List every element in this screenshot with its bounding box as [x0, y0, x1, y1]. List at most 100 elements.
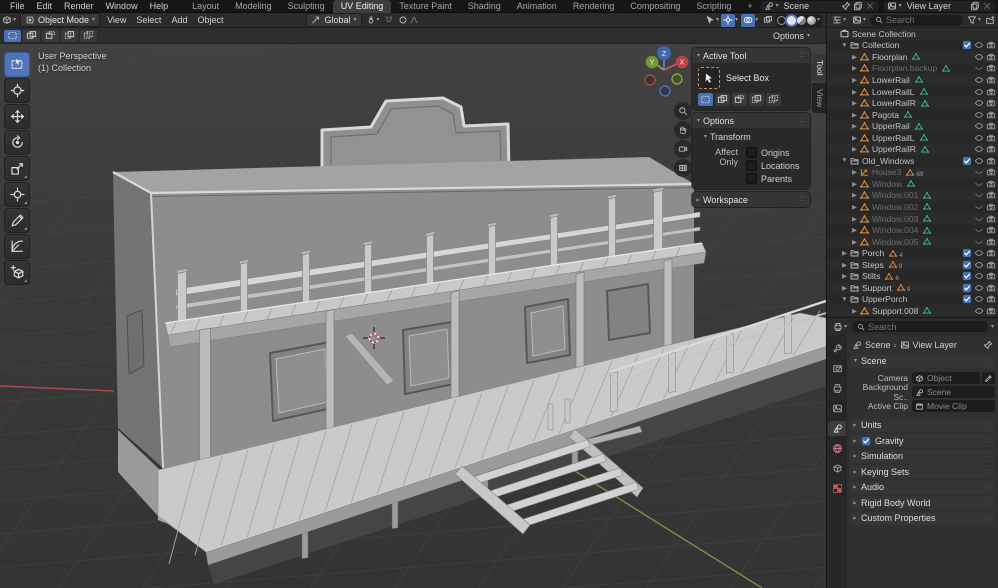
outliner-row-support-008[interactable]: ▶Support.008 [827, 305, 998, 317]
selectable-checkbox[interactable] [962, 294, 972, 304]
visibility-eye-icon[interactable] [974, 98, 984, 108]
select-mode-intersect-button[interactable] [80, 30, 97, 42]
outliner-row-stilts[interactable]: ▶Stilts6 [827, 270, 998, 282]
snap-target-button[interactable]: ▾ [364, 14, 382, 27]
visibility-eye-icon[interactable] [974, 75, 984, 85]
affect-only-parents-checkbox[interactable]: Parents [746, 173, 806, 184]
select-box-tool-button[interactable] [4, 52, 30, 77]
section-audio[interactable]: ▾Audio∷ [850, 481, 995, 494]
section-custom-properties[interactable]: ▾Custom Properties∷ [850, 512, 995, 525]
pin-icon[interactable] [983, 340, 993, 350]
outliner-row-window[interactable]: ▶Window [827, 178, 998, 190]
outliner-row-scene-collection[interactable]: Scene Collection [827, 28, 998, 40]
outliner-row-lowerrailr[interactable]: ▶LowerRailR [827, 97, 998, 109]
visibility-eye-icon[interactable] [974, 156, 984, 166]
properties-search-input[interactable]: Search [852, 321, 988, 332]
wireframe-shading-button[interactable] [777, 16, 786, 25]
properties-editor-type-button[interactable]: ▾ [831, 320, 849, 333]
measure-tool-button[interactable] [4, 234, 30, 259]
transform-tool-button[interactable] [4, 182, 30, 207]
show-object-types-button[interactable]: ▾ [703, 14, 721, 27]
properties-tab-world[interactable] [828, 441, 846, 456]
outliner-row-upperrailr[interactable]: ▶UpperRailR [827, 143, 998, 155]
workspace-tab-layout[interactable]: Layout [184, 0, 227, 13]
sidebar-tab-tool[interactable]: Tool [812, 54, 826, 82]
field-input[interactable]: Scene [912, 386, 995, 398]
render-camera-icon[interactable] [986, 121, 996, 131]
add-cube-tool-button[interactable] [4, 260, 30, 285]
outliner-row-support[interactable]: ▶Support9 [827, 282, 998, 294]
menu-window[interactable]: Window [100, 1, 144, 11]
section-keying-sets[interactable]: ▾Keying Sets∷ [850, 465, 995, 478]
sidebar-select-mode-0[interactable] [698, 93, 713, 106]
outliner-row-floorplan[interactable]: ▶Floorplan [827, 51, 998, 63]
menu-edit[interactable]: Edit [31, 1, 59, 11]
field-input[interactable]: Movie Clip [912, 400, 995, 412]
proportional-editing-button[interactable] [396, 14, 421, 27]
visibility-eye-icon[interactable] [974, 237, 984, 247]
outliner-row-window-004[interactable]: ▶Window.004 [827, 224, 998, 236]
render-camera-icon[interactable] [986, 144, 996, 154]
viewport-menu-object[interactable]: Object [192, 13, 228, 28]
outliner-row-window-001[interactable]: ▶Window.001 [827, 190, 998, 202]
transform-subpanel-header[interactable]: ▾Transform [704, 132, 806, 142]
visibility-eye-icon[interactable] [974, 306, 984, 316]
selectable-checkbox[interactable] [962, 156, 972, 166]
section-simulation[interactable]: ▾Simulation∷ [850, 450, 995, 463]
properties-tab-sceneIc[interactable] [828, 421, 846, 436]
navigation-gizmo[interactable]: Z X Y [636, 42, 694, 100]
render-camera-icon[interactable] [986, 133, 996, 143]
render-camera-icon[interactable] [986, 167, 996, 177]
eyedropper-icon[interactable] [981, 372, 995, 384]
selectable-checkbox[interactable] [962, 40, 972, 50]
visibility-eye-icon[interactable] [974, 179, 984, 189]
outliner-row-window-003[interactable]: ▶Window.003 [827, 213, 998, 225]
snap-toggle[interactable] [382, 14, 396, 27]
outliner-filter-button[interactable]: ▾ [965, 14, 983, 27]
rendered-shading-button[interactable] [807, 16, 816, 25]
menu-file[interactable]: File [4, 1, 31, 11]
visibility-eye-icon[interactable] [974, 260, 984, 270]
render-camera-icon[interactable] [986, 156, 996, 166]
scene-panel-header[interactable]: ▾Scene∷ [850, 355, 995, 368]
render-camera-icon[interactable] [986, 248, 996, 258]
selectable-checkbox[interactable] [962, 260, 972, 270]
close-icon[interactable] [865, 1, 875, 11]
visibility-eye-icon[interactable] [974, 225, 984, 235]
render-camera-icon[interactable] [986, 225, 996, 235]
close-icon[interactable] [982, 1, 992, 11]
outliner-row-upperraill[interactable]: ▶UpperRailL [827, 132, 998, 144]
outliner-filter-id-button[interactable]: ▾ [850, 14, 868, 27]
render-camera-icon[interactable] [986, 75, 996, 85]
visibility-eye-icon[interactable] [974, 294, 984, 304]
outliner-row-upperporch[interactable]: ▼UpperPorch [827, 294, 998, 306]
visibility-eye-icon[interactable] [974, 52, 984, 62]
visibility-eye-icon[interactable] [974, 202, 984, 212]
visibility-eye-icon[interactable] [974, 87, 984, 97]
select-mode-extend-button[interactable] [23, 30, 40, 42]
overlays-toggle[interactable] [741, 14, 755, 27]
sidebar-select-mode-2[interactable] [732, 93, 747, 106]
material-preview-button[interactable] [797, 16, 806, 25]
duplicate-scene-icon[interactable] [853, 1, 863, 11]
properties-tab-cube[interactable] [828, 461, 846, 476]
duplicate-layer-icon[interactable] [970, 1, 980, 11]
visibility-eye-icon[interactable] [974, 110, 984, 120]
render-camera-icon[interactable] [986, 260, 996, 270]
viewport-3d[interactable]: Options▾ User Perspective (1) Collection… [0, 28, 826, 588]
move-tool-button[interactable] [4, 104, 30, 129]
affect-only-origins-checkbox[interactable]: Origins [746, 147, 806, 158]
properties-tab-printer[interactable] [828, 381, 846, 396]
outliner-row-collection[interactable]: ▼Collection [827, 40, 998, 52]
annotate-tool-button[interactable] [4, 208, 30, 233]
visibility-eye-icon[interactable] [974, 121, 984, 131]
render-camera-icon[interactable] [986, 237, 996, 247]
add-workspace-button[interactable]: + [739, 0, 760, 13]
visibility-eye-icon[interactable] [974, 214, 984, 224]
mode-dropdown[interactable]: Object Mode▾ [20, 13, 100, 27]
selectable-checkbox[interactable] [962, 248, 972, 258]
scale-tool-button[interactable] [4, 156, 30, 181]
options-panel-header[interactable]: ▾Options∷ [692, 113, 810, 128]
outliner-row-steps[interactable]: ▶Steps9 [827, 259, 998, 271]
visibility-eye-icon[interactable] [974, 283, 984, 293]
